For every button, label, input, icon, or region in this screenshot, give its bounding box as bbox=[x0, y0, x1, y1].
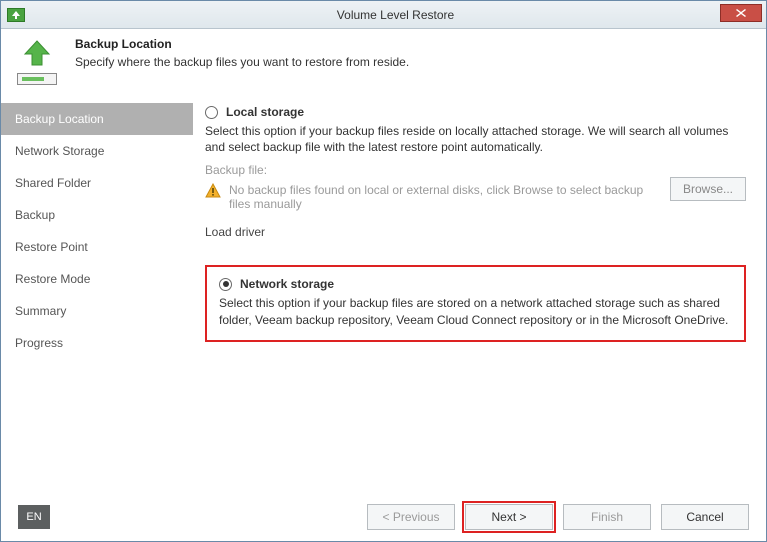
page-title: Backup Location bbox=[75, 37, 758, 51]
option-network-storage: Network storage Select this option if yo… bbox=[205, 265, 746, 341]
previous-button[interactable]: < Previous bbox=[367, 504, 455, 530]
sidebar-item-network-storage[interactable]: Network Storage bbox=[1, 135, 193, 167]
wizard-footer: EN < Previous Next > Finish Cancel bbox=[0, 492, 767, 542]
page-subtitle: Specify where the backup files you want … bbox=[75, 55, 758, 69]
header-icon bbox=[9, 35, 65, 85]
close-button[interactable] bbox=[720, 4, 762, 22]
cancel-button[interactable]: Cancel bbox=[661, 504, 749, 530]
sidebar-item-restore-mode[interactable]: Restore Mode bbox=[1, 263, 193, 295]
load-driver-link[interactable]: Load driver bbox=[205, 225, 746, 239]
finish-button[interactable]: Finish bbox=[563, 504, 651, 530]
language-indicator[interactable]: EN bbox=[18, 505, 50, 529]
sidebar-item-backup[interactable]: Backup bbox=[1, 199, 193, 231]
radio-local-storage[interactable] bbox=[205, 106, 218, 119]
close-icon bbox=[736, 9, 746, 17]
titlebar: Volume Level Restore bbox=[1, 1, 766, 29]
drive-icon bbox=[17, 73, 57, 85]
option-local-description: Select this option if your backup files … bbox=[205, 123, 746, 155]
radio-network-storage[interactable] bbox=[219, 278, 232, 291]
sidebar-item-progress[interactable]: Progress bbox=[1, 327, 193, 359]
content-pane: Local storage Select this option if your… bbox=[193, 99, 766, 519]
option-local-title: Local storage bbox=[226, 105, 304, 119]
wizard-sidebar: Backup Location Network Storage Shared F… bbox=[1, 99, 193, 519]
browse-button[interactable]: Browse... bbox=[670, 177, 746, 201]
warning-text: No backup files found on local or extern… bbox=[229, 183, 660, 211]
option-network-title: Network storage bbox=[240, 277, 334, 291]
option-network-description: Select this option if your backup files … bbox=[219, 295, 732, 327]
sidebar-item-restore-point[interactable]: Restore Point bbox=[1, 231, 193, 263]
option-local-storage: Local storage Select this option if your… bbox=[205, 105, 746, 239]
arrow-up-icon bbox=[21, 39, 53, 67]
page-header: Backup Location Specify where the backup… bbox=[1, 29, 766, 99]
sidebar-item-summary[interactable]: Summary bbox=[1, 295, 193, 327]
sidebar-item-backup-location[interactable]: Backup Location bbox=[1, 103, 193, 135]
app-icon bbox=[7, 8, 25, 22]
warning-icon bbox=[205, 183, 221, 199]
sidebar-item-shared-folder[interactable]: Shared Folder bbox=[1, 167, 193, 199]
next-button[interactable]: Next > bbox=[465, 504, 553, 530]
window-title: Volume Level Restore bbox=[25, 8, 766, 22]
backup-file-label: Backup file: bbox=[205, 163, 746, 177]
